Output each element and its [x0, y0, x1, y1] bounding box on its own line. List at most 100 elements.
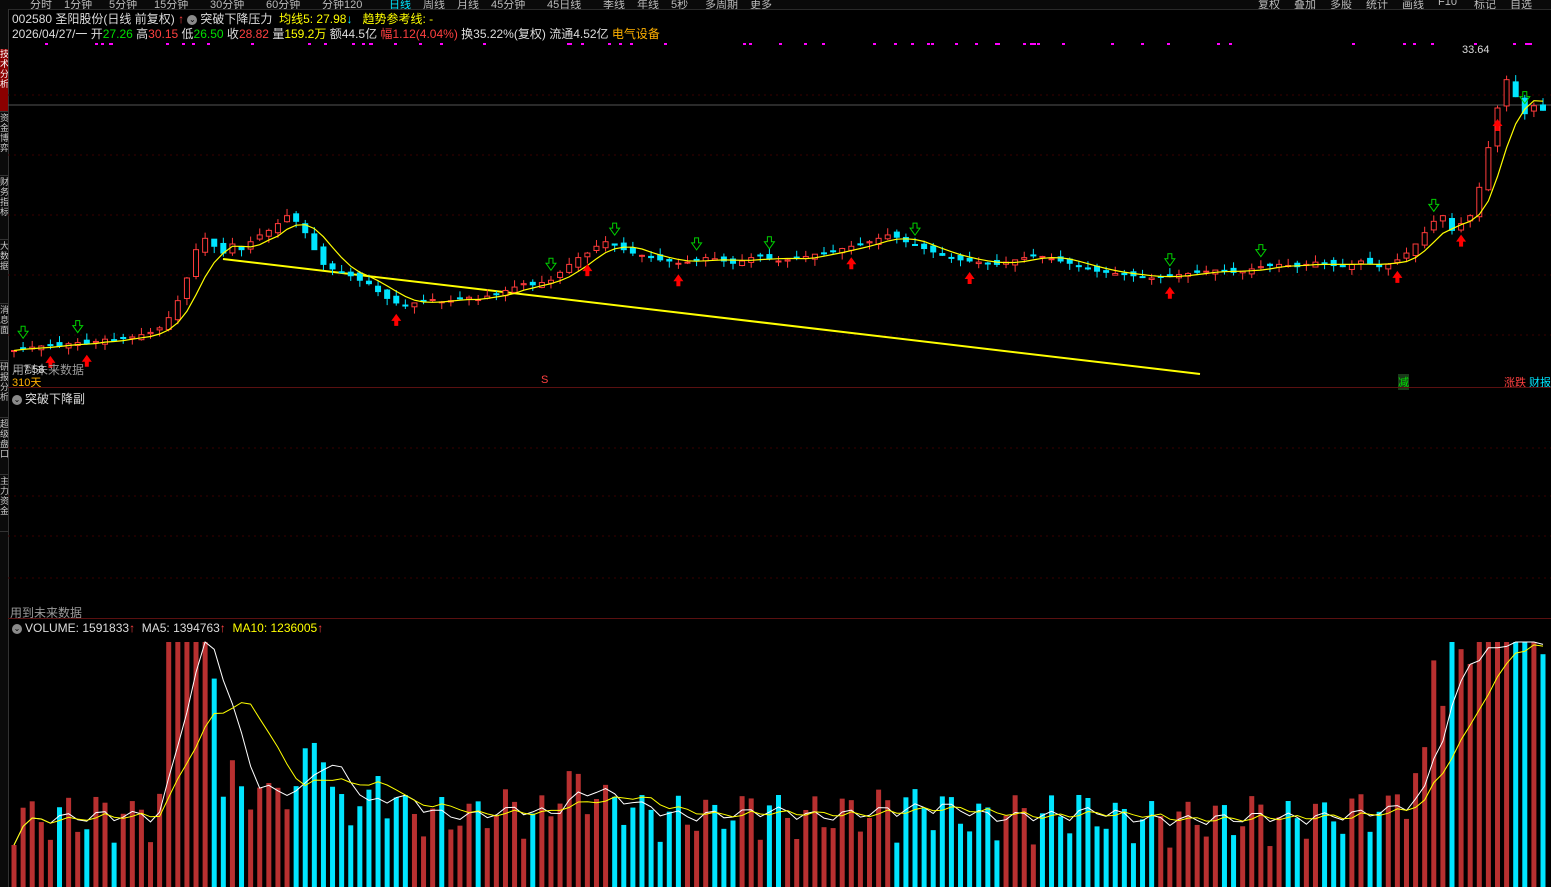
toolbar-item-5[interactable]: 60分钟 — [266, 0, 300, 10]
volume-bar — [1149, 801, 1154, 887]
volume-bar — [1104, 829, 1109, 887]
candle-body — [1204, 271, 1209, 272]
toolbar-right-item-0[interactable]: 复权 — [1258, 0, 1280, 10]
sidebar-tab-1[interactable]: 资金博弈 — [0, 113, 8, 176]
buy-arrow-icon — [1456, 235, 1466, 247]
toolbar-right-item-2[interactable]: 多股 — [1330, 0, 1352, 10]
candle-body — [903, 237, 908, 241]
sub-indicator-panel[interactable] — [8, 388, 1551, 618]
toolbar-item-8[interactable]: 周线 — [423, 0, 445, 10]
volume-bar — [30, 801, 35, 887]
indicator-name[interactable]: 突破下降压力 — [200, 12, 272, 26]
candle-body — [740, 261, 745, 266]
toolbar-right-item-7[interactable]: 自选 — [1510, 0, 1532, 10]
candle-body — [1340, 266, 1345, 267]
volume-bar — [285, 809, 290, 887]
volume-bar — [430, 809, 435, 887]
sidebar-tab-6[interactable]: 超级盘口 — [0, 419, 8, 475]
volume-bar — [257, 788, 262, 887]
volume-bar — [184, 642, 189, 887]
candle-body — [1195, 271, 1200, 272]
candle-body — [1031, 255, 1036, 256]
candle-body — [266, 230, 271, 236]
sidebar-tab-5[interactable]: 研报分析 — [0, 362, 8, 418]
volume-bar — [312, 743, 317, 887]
toolbar-item-12[interactable]: 季线 — [603, 0, 625, 10]
signal-dot — [101, 43, 104, 45]
volume-bar — [175, 642, 180, 887]
signal-dot — [955, 43, 958, 45]
toolbar-right-item-5[interactable]: F10 — [1438, 0, 1457, 8]
volume-bar — [1477, 642, 1482, 887]
candle-body — [521, 284, 526, 285]
indicator-toggle-icon[interactable]: ⌄ — [187, 15, 197, 25]
signal-dot — [619, 43, 622, 45]
sidebar-tab-7[interactable]: 主力资金 — [0, 476, 8, 532]
toolbar-item-16[interactable]: 更多 — [750, 0, 772, 10]
sidebar-tab-2[interactable]: 财务指标 — [0, 177, 8, 240]
toolbar-item-11[interactable]: 45日线 — [547, 0, 581, 10]
signal-dot — [182, 43, 185, 45]
toolbar-item-10[interactable]: 45分钟 — [491, 0, 525, 10]
toolbar-item-13[interactable]: 年线 — [637, 0, 659, 10]
candle-body — [203, 238, 208, 252]
signal-dot — [166, 43, 169, 45]
volume-bar — [330, 787, 335, 887]
toolbar-item-15[interactable]: 多周期 — [705, 0, 738, 10]
candlestick-chart[interactable] — [8, 40, 1551, 388]
candle-body — [394, 296, 399, 303]
toolbar-item-9[interactable]: 月线 — [457, 0, 479, 10]
toolbar-item-1[interactable]: 1分钟 — [64, 0, 92, 10]
volume-bar — [1204, 837, 1209, 887]
candle-body — [1541, 105, 1546, 110]
candle-body — [1322, 263, 1327, 264]
candle-body — [130, 337, 135, 338]
volume-bar — [1231, 835, 1236, 887]
volume-chart[interactable] — [8, 632, 1551, 887]
volume-bar — [1377, 812, 1382, 887]
volume-bar — [1304, 839, 1309, 887]
volume-bar — [303, 748, 308, 887]
candle-body — [758, 255, 763, 256]
candle-body — [1504, 80, 1509, 106]
s-marker: S — [541, 374, 548, 386]
volume-bar — [676, 796, 681, 887]
candle-body — [1267, 264, 1272, 265]
candle-body — [48, 345, 53, 346]
volume-bar — [394, 798, 399, 887]
candle-body — [913, 244, 918, 245]
sidebar-tab-0[interactable]: 技术分析 — [0, 49, 8, 112]
sidebar-tab-3[interactable]: 大数据 — [0, 241, 8, 304]
toolbar-item-4[interactable]: 30分钟 — [210, 0, 244, 10]
toolbar-item-2[interactable]: 5分钟 — [109, 0, 137, 10]
toolbar-item-0[interactable]: 分时 — [30, 0, 52, 10]
volume-bar — [1449, 642, 1454, 887]
signal-dot — [45, 43, 48, 45]
candle-body — [1531, 106, 1536, 111]
toolbar-right-item-4[interactable]: 画线 — [1402, 0, 1424, 10]
sector-label[interactable]: 电气设备 — [612, 27, 660, 41]
candle-body — [1358, 261, 1363, 264]
toolbar-item-7[interactable]: 日线 — [389, 0, 411, 10]
toolbar-right-item-1[interactable]: 叠加 — [1294, 0, 1316, 10]
toolbar-item-3[interactable]: 15分钟 — [154, 0, 188, 10]
sell-arrow-icon — [546, 258, 556, 270]
panel-divider-2[interactable] — [8, 618, 1551, 619]
candle-body — [1104, 271, 1109, 273]
sell-arrow-icon — [1429, 199, 1439, 211]
toolbar-item-6[interactable]: 分钟120 — [322, 0, 362, 10]
signal-dot — [927, 43, 930, 45]
toolbar-right-item-6[interactable]: 标记 — [1474, 0, 1496, 10]
volume-bar — [812, 796, 817, 887]
toolbar-item-14[interactable]: 5秒 — [671, 0, 688, 10]
volume-bar — [894, 843, 899, 887]
period-toolbar: 分时 1分钟 5分钟 15分钟 30分钟 60分钟 分钟120 日线 周线 月线 45分钟 45日线 季… — [0, 0, 1551, 10]
volume-bar — [1049, 795, 1054, 887]
volume-bar — [785, 818, 790, 887]
signal-dot — [110, 43, 113, 45]
toolbar-right-item-3[interactable]: 统计 — [1366, 0, 1388, 10]
signal-dot — [1229, 43, 1232, 45]
sidebar-tab-4[interactable]: 消息面 — [0, 305, 8, 361]
candle-body — [967, 258, 972, 261]
volume-bar — [1122, 809, 1127, 887]
